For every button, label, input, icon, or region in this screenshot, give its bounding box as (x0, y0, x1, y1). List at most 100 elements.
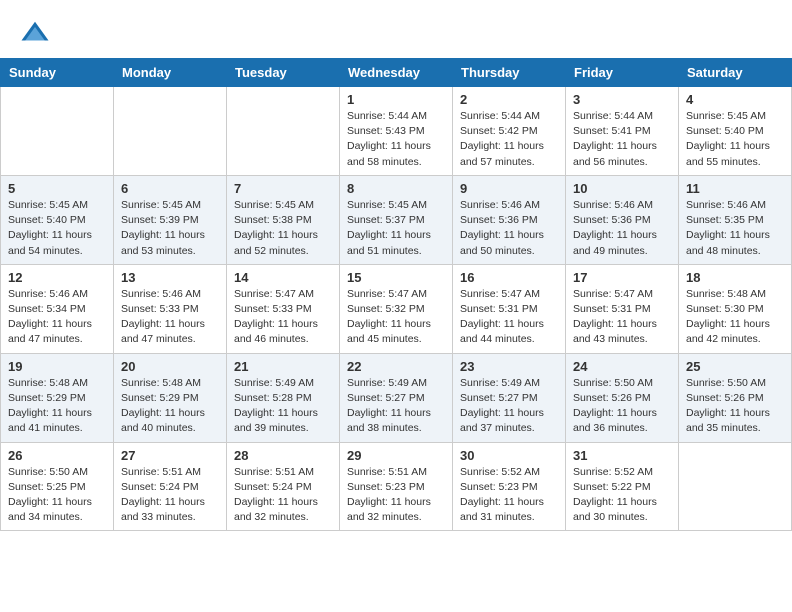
day-info: Sunrise: 5:46 AM Sunset: 5:36 PM Dayligh… (573, 198, 671, 259)
day-number: 23 (460, 359, 558, 374)
day-info: Sunrise: 5:47 AM Sunset: 5:32 PM Dayligh… (347, 287, 445, 348)
day-number: 2 (460, 92, 558, 107)
day-number: 9 (460, 181, 558, 196)
calendar-day-cell: 3 Sunrise: 5:44 AM Sunset: 5:41 PM Daylig… (566, 87, 679, 176)
calendar-day-cell: 4 Sunrise: 5:45 AM Sunset: 5:40 PM Daylig… (679, 87, 792, 176)
calendar-day-cell: 19Sunrise: 5:48 AM Sunset: 5:29 PM Dayli… (1, 353, 114, 442)
day-number: 3 (573, 92, 671, 107)
day-info: Sunrise: 5:46 AM Sunset: 5:34 PM Dayligh… (8, 287, 106, 348)
weekday-header-sunday: Sunday (1, 59, 114, 87)
day-info: Sunrise: 5:45 AM Sunset: 5:40 PM Dayligh… (686, 109, 784, 170)
weekday-header-monday: Monday (114, 59, 227, 87)
day-info: Sunrise: 5:47 AM Sunset: 5:31 PM Dayligh… (460, 287, 558, 348)
day-info: Sunrise: 5:50 AM Sunset: 5:26 PM Dayligh… (573, 376, 671, 437)
calendar-day-cell: 28Sunrise: 5:51 AM Sunset: 5:24 PM Dayli… (227, 442, 340, 531)
calendar-day-cell: 7 Sunrise: 5:45 AM Sunset: 5:38 PM Daylig… (227, 175, 340, 264)
calendar-day-cell: 9 Sunrise: 5:46 AM Sunset: 5:36 PM Daylig… (453, 175, 566, 264)
day-info: Sunrise: 5:44 AM Sunset: 5:41 PM Dayligh… (573, 109, 671, 170)
day-number: 16 (460, 270, 558, 285)
day-number: 1 (347, 92, 445, 107)
calendar-empty-cell (114, 87, 227, 176)
day-number: 27 (121, 448, 219, 463)
day-info: Sunrise: 5:52 AM Sunset: 5:23 PM Dayligh… (460, 465, 558, 526)
calendar-day-cell: 14 Sunrise: 5:47 AM Sunset: 5:33 PM Dayli… (227, 264, 340, 353)
day-info: Sunrise: 5:52 AM Sunset: 5:22 PM Dayligh… (573, 465, 671, 526)
calendar-day-cell: 6 Sunrise: 5:45 AM Sunset: 5:39 PM Daylig… (114, 175, 227, 264)
day-number: 15 (347, 270, 445, 285)
calendar-table: SundayMondayTuesdayWednesdayThursdayFrid… (0, 58, 792, 531)
day-info: Sunrise: 5:51 AM Sunset: 5:24 PM Dayligh… (121, 465, 219, 526)
day-info: Sunrise: 5:45 AM Sunset: 5:38 PM Dayligh… (234, 198, 332, 259)
day-number: 19 (8, 359, 106, 374)
calendar-week-row: 19 Sunrise: 5:48 AM Sunset: 5:29 PM Dayli… (1, 353, 792, 442)
day-number: 30 (460, 448, 558, 463)
calendar-day-cell: 10 Sunrise: 5:46 AM Sunset: 5:36 PM Dayli… (566, 175, 679, 264)
day-info: Sunrise: 5:47 AM Sunset: 5:31 PM Dayligh… (573, 287, 671, 348)
day-number: 26 (8, 448, 106, 463)
weekday-header-friday: Friday (566, 59, 679, 87)
calendar-day-cell: 11 Sunrise: 5:46 AM Sunset: 5:35 PM Dayli… (679, 175, 792, 264)
weekday-header-saturday: Saturday (679, 59, 792, 87)
day-number: 13 (121, 270, 219, 285)
calendar-day-cell: 13Sunrise: 5:46 AM Sunset: 5:33 PM Dayli… (114, 264, 227, 353)
calendar-week-row: 5Sunrise: 5:45 AM Sunset: 5:40 PM Daylig… (1, 175, 792, 264)
day-number: 6 (121, 181, 219, 196)
calendar-day-cell: 12Sunrise: 5:46 AM Sunset: 5:34 PM Dayli… (1, 264, 114, 353)
day-number: 14 (234, 270, 332, 285)
day-info: Sunrise: 5:49 AM Sunset: 5:27 PM Dayligh… (460, 376, 558, 437)
calendar-week-row: 26 Sunrise: 5:50 AM Sunset: 5:25 PM Dayli… (1, 442, 792, 531)
day-number: 5 (8, 181, 106, 196)
day-info: Sunrise: 5:45 AM Sunset: 5:37 PM Dayligh… (347, 198, 445, 259)
day-number: 18 (686, 270, 784, 285)
calendar-day-cell: 15 Sunrise: 5:47 AM Sunset: 5:32 PM Dayli… (340, 264, 453, 353)
calendar-day-cell: 21 Sunrise: 5:49 AM Sunset: 5:28 PM Dayli… (227, 353, 340, 442)
day-info: Sunrise: 5:46 AM Sunset: 5:36 PM Dayligh… (460, 198, 558, 259)
page-header (0, 0, 792, 58)
weekday-header-tuesday: Tuesday (227, 59, 340, 87)
day-info: Sunrise: 5:49 AM Sunset: 5:28 PM Dayligh… (234, 376, 332, 437)
day-number: 24 (573, 359, 671, 374)
day-info: Sunrise: 5:50 AM Sunset: 5:26 PM Dayligh… (686, 376, 784, 437)
day-number: 11 (686, 181, 784, 196)
calendar-day-cell: 30 Sunrise: 5:52 AM Sunset: 5:23 PM Dayli… (453, 442, 566, 531)
calendar-day-cell: 20Sunrise: 5:48 AM Sunset: 5:29 PM Dayli… (114, 353, 227, 442)
calendar-week-row: 12Sunrise: 5:46 AM Sunset: 5:34 PM Dayli… (1, 264, 792, 353)
weekday-header-thursday: Thursday (453, 59, 566, 87)
day-number: 25 (686, 359, 784, 374)
calendar-day-cell: 29Sunrise: 5:51 AM Sunset: 5:23 PM Dayli… (340, 442, 453, 531)
day-info: Sunrise: 5:46 AM Sunset: 5:35 PM Dayligh… (686, 198, 784, 259)
day-info: Sunrise: 5:48 AM Sunset: 5:29 PM Dayligh… (121, 376, 219, 437)
day-info: Sunrise: 5:50 AM Sunset: 5:25 PM Dayligh… (8, 465, 106, 526)
calendar-empty-cell (1, 87, 114, 176)
day-number: 10 (573, 181, 671, 196)
logo-icon (20, 18, 50, 48)
calendar-day-cell: 22Sunrise: 5:49 AM Sunset: 5:27 PM Dayli… (340, 353, 453, 442)
day-number: 7 (234, 181, 332, 196)
day-number: 8 (347, 181, 445, 196)
calendar-day-cell: 17 Sunrise: 5:47 AM Sunset: 5:31 PM Dayli… (566, 264, 679, 353)
day-number: 21 (234, 359, 332, 374)
calendar-day-cell: 25 Sunrise: 5:50 AM Sunset: 5:26 PM Dayli… (679, 353, 792, 442)
day-info: Sunrise: 5:48 AM Sunset: 5:30 PM Dayligh… (686, 287, 784, 348)
day-info: Sunrise: 5:47 AM Sunset: 5:33 PM Dayligh… (234, 287, 332, 348)
calendar-day-cell: 8 Sunrise: 5:45 AM Sunset: 5:37 PM Daylig… (340, 175, 453, 264)
calendar-day-cell: 18 Sunrise: 5:48 AM Sunset: 5:30 PM Dayli… (679, 264, 792, 353)
calendar-empty-cell (679, 442, 792, 531)
weekday-header-row: SundayMondayTuesdayWednesdayThursdayFrid… (1, 59, 792, 87)
day-number: 31 (573, 448, 671, 463)
day-number: 17 (573, 270, 671, 285)
day-number: 4 (686, 92, 784, 107)
calendar-day-cell: 5Sunrise: 5:45 AM Sunset: 5:40 PM Daylig… (1, 175, 114, 264)
calendar-day-cell: 2 Sunrise: 5:44 AM Sunset: 5:42 PM Daylig… (453, 87, 566, 176)
calendar-week-row: 1 Sunrise: 5:44 AM Sunset: 5:43 PM Daylig… (1, 87, 792, 176)
calendar-day-cell: 26 Sunrise: 5:50 AM Sunset: 5:25 PM Dayli… (1, 442, 114, 531)
day-info: Sunrise: 5:44 AM Sunset: 5:43 PM Dayligh… (347, 109, 445, 170)
calendar-day-cell: 1 Sunrise: 5:44 AM Sunset: 5:43 PM Daylig… (340, 87, 453, 176)
day-info: Sunrise: 5:44 AM Sunset: 5:42 PM Dayligh… (460, 109, 558, 170)
logo (20, 18, 54, 48)
calendar-day-cell: 23 Sunrise: 5:49 AM Sunset: 5:27 PM Dayli… (453, 353, 566, 442)
weekday-header-wednesday: Wednesday (340, 59, 453, 87)
day-number: 28 (234, 448, 332, 463)
day-info: Sunrise: 5:45 AM Sunset: 5:39 PM Dayligh… (121, 198, 219, 259)
day-info: Sunrise: 5:51 AM Sunset: 5:23 PM Dayligh… (347, 465, 445, 526)
